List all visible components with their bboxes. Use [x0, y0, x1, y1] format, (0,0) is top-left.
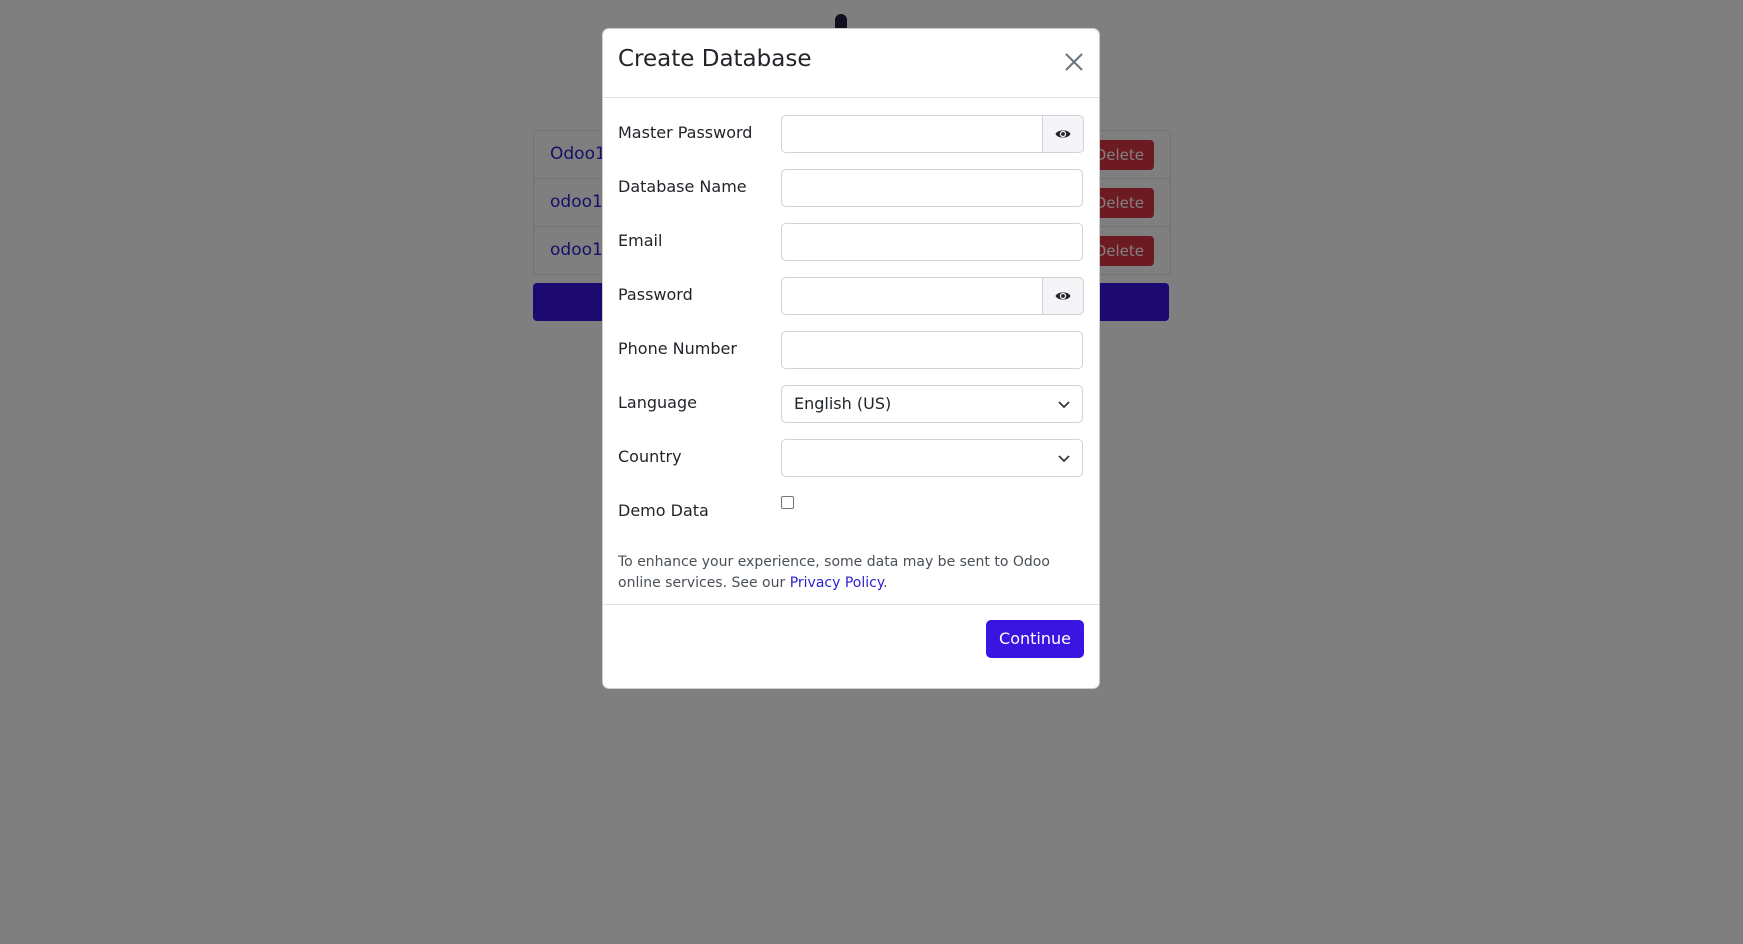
phone-label: Phone Number	[618, 339, 737, 358]
phone-field[interactable]	[781, 331, 1083, 369]
password-label: Password	[618, 285, 693, 304]
eye-icon	[1055, 292, 1071, 300]
demo-data-row: Demo Data	[618, 493, 1084, 533]
demo-data-label: Demo Data	[618, 501, 709, 520]
show-master-password-button[interactable]	[1043, 115, 1084, 153]
master-password-input[interactable]	[781, 115, 1043, 153]
modal-header: Create Database	[603, 29, 1099, 98]
privacy-notice: To enhance your experience, some data ma…	[618, 552, 1068, 594]
database-name-label: Database Name	[618, 177, 747, 196]
language-value: English (US)	[794, 394, 892, 413]
chevron-down-icon	[1058, 401, 1070, 409]
database-name-row: Database Name	[618, 169, 1084, 209]
modal-body: Master Password Database Name Email Pass…	[603, 98, 1099, 605]
language-label: Language	[618, 393, 697, 412]
email-label: Email	[618, 231, 663, 250]
privacy-policy-link[interactable]: Privacy Policy	[790, 575, 883, 591]
notice-suffix: .	[883, 575, 888, 591]
country-select[interactable]	[781, 439, 1083, 477]
email-field[interactable]	[781, 223, 1083, 261]
demo-data-checkbox[interactable]	[781, 496, 794, 509]
country-row: Country	[618, 439, 1084, 479]
master-password-label: Master Password	[618, 123, 753, 142]
language-row: Language English (US)	[618, 385, 1084, 425]
close-icon[interactable]	[1061, 49, 1087, 75]
password-input[interactable]	[781, 277, 1043, 315]
master-password-row: Master Password	[618, 115, 1084, 155]
phone-row: Phone Number	[618, 331, 1084, 371]
database-name-input[interactable]	[781, 169, 1083, 207]
modal-title: Create Database	[618, 46, 812, 72]
password-row: Password	[618, 277, 1084, 317]
create-database-modal: Create Database Master Password Database	[602, 28, 1100, 689]
chevron-down-icon	[1058, 455, 1070, 463]
email-row: Email	[618, 223, 1084, 263]
show-password-button[interactable]	[1043, 277, 1084, 315]
country-label: Country	[618, 447, 682, 466]
language-select[interactable]: English (US)	[781, 385, 1083, 423]
eye-icon	[1055, 130, 1071, 138]
continue-button[interactable]: Continue	[986, 620, 1084, 658]
